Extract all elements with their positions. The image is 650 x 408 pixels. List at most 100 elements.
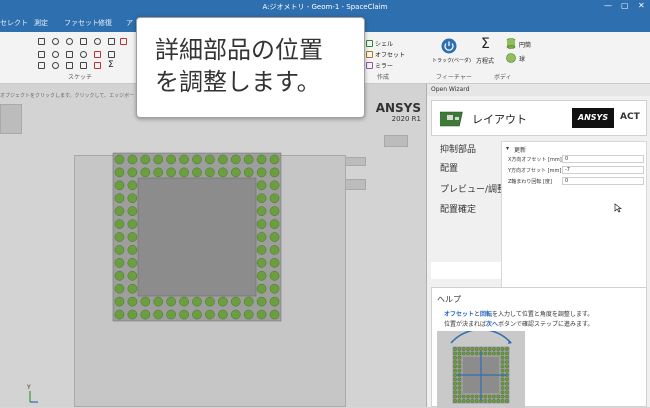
solder-ball xyxy=(205,296,215,307)
sketch-tool-icon[interactable] xyxy=(38,38,45,45)
bga-package[interactable] xyxy=(0,84,426,407)
solder-ball xyxy=(256,270,267,281)
solder-ball xyxy=(457,381,462,386)
project-tool-icon[interactable] xyxy=(94,51,101,58)
solder-ball xyxy=(457,377,462,382)
solder-ball xyxy=(461,394,466,399)
solder-ball xyxy=(505,360,509,364)
solder-ball xyxy=(166,296,176,307)
3d-viewport[interactable]: オブジェクトをクリックします。クリックして、エッジボー ANSYS 2020 R… xyxy=(0,84,426,407)
maximize-button[interactable]: ▢ xyxy=(621,1,629,10)
solder-ball xyxy=(243,309,254,320)
solder-ball xyxy=(179,309,189,320)
section-title: 更新 xyxy=(514,147,527,154)
point-tool-icon[interactable] xyxy=(38,62,45,69)
callout-line-2: を調整します。 xyxy=(155,68,321,96)
act-label: ACT xyxy=(620,112,640,122)
solder-ball xyxy=(127,245,138,255)
step-preview-adjust[interactable]: プレビュー/調整 xyxy=(440,182,506,195)
corner-tool-icon[interactable] xyxy=(108,51,115,58)
solder-ball xyxy=(127,206,138,216)
solder-ball xyxy=(192,296,202,307)
close-button[interactable]: ✕ xyxy=(638,1,645,10)
x-offset-input[interactable]: 0 xyxy=(562,155,644,163)
solder-ball xyxy=(114,232,125,242)
step-suppress-parts[interactable]: 抑制部品 xyxy=(440,142,476,155)
arc-tool-icon[interactable] xyxy=(66,38,73,45)
step-confirm-placement[interactable]: 配置確定 xyxy=(440,202,476,215)
minimize-button[interactable]: — xyxy=(604,1,612,10)
equation-button[interactable]: 方程式 xyxy=(476,56,494,65)
solder-ball xyxy=(500,399,505,403)
track-button[interactable]: トラック(ベーダ) xyxy=(432,57,471,64)
solder-ball xyxy=(505,351,509,356)
tab-select[interactable]: セレクト xyxy=(0,18,28,28)
offset-curve-tool-icon[interactable] xyxy=(80,51,87,58)
solder-ball xyxy=(269,245,280,255)
solder-ball xyxy=(470,351,475,356)
body-group-label: ボディ xyxy=(494,74,512,81)
step-placement[interactable]: 配置 xyxy=(440,161,458,174)
solder-ball xyxy=(269,232,280,242)
split-tool-icon[interactable] xyxy=(94,62,101,69)
axis-triad-icon xyxy=(29,391,38,403)
sigma-small-icon[interactable]: Σ xyxy=(108,60,114,70)
solder-ball xyxy=(256,283,267,294)
solder-ball xyxy=(457,390,462,395)
y-offset-input[interactable]: -7 xyxy=(562,166,644,174)
tangent-arc-tool-icon[interactable] xyxy=(52,51,59,58)
ellipse-tool-icon[interactable] xyxy=(94,38,101,45)
shell-button[interactable]: シェル xyxy=(375,39,393,48)
sweep-arc-tool-icon[interactable] xyxy=(52,62,59,69)
offset-button[interactable]: オフセット xyxy=(375,50,405,59)
solder-ball xyxy=(505,377,509,382)
solder-ball xyxy=(487,347,492,351)
bend-tool-icon[interactable] xyxy=(80,62,87,69)
solder-ball xyxy=(453,360,457,364)
solder-ball xyxy=(505,347,509,351)
solder-ball xyxy=(192,309,202,320)
solder-ball xyxy=(127,219,138,229)
solder-ball xyxy=(466,351,470,356)
mirror-button[interactable]: ミラー xyxy=(375,61,393,70)
solder-ball xyxy=(256,219,267,229)
help-keyword-rotate: 回転 xyxy=(480,311,493,318)
trim-tool-icon[interactable] xyxy=(120,38,127,45)
solder-ball xyxy=(127,309,138,320)
solder-ball xyxy=(457,360,462,364)
help-title: ヘルプ xyxy=(437,295,461,304)
line-tool-icon[interactable] xyxy=(38,51,45,58)
tab-a[interactable]: ア xyxy=(126,18,133,28)
section-collapse-icon[interactable]: ▾ xyxy=(506,145,509,152)
solder-ball xyxy=(500,347,505,351)
tab-repair[interactable]: 修復 xyxy=(98,18,112,28)
solder-ball xyxy=(457,364,462,369)
solder-ball xyxy=(256,296,267,307)
solder-ball xyxy=(461,399,466,403)
help-illustration xyxy=(437,331,525,408)
solder-ball xyxy=(114,283,125,294)
solder-ball xyxy=(457,399,462,403)
solder-ball xyxy=(230,296,241,307)
solder-ball xyxy=(500,368,505,373)
circle-tool-icon[interactable] xyxy=(52,38,59,45)
cylinder-button[interactable]: 円筒 xyxy=(519,40,531,49)
z-rotation-input[interactable]: 0 xyxy=(562,177,644,185)
rectangle-tool-icon[interactable] xyxy=(80,38,87,45)
power-icon[interactable] xyxy=(441,38,457,54)
polygon-tool-icon[interactable] xyxy=(108,38,115,45)
solder-ball xyxy=(269,296,280,307)
solder-ball xyxy=(127,270,138,281)
solder-ball xyxy=(153,167,164,178)
solder-ball xyxy=(474,399,479,403)
solder-ball xyxy=(505,355,509,360)
tab-measure[interactable]: 測定 xyxy=(34,18,48,28)
tab-facet[interactable]: ファセット xyxy=(64,18,99,28)
sphere-button[interactable]: 球 xyxy=(519,54,525,63)
solder-ball xyxy=(269,167,280,178)
spline-tool-icon[interactable] xyxy=(66,51,73,58)
three-point-arc-tool-icon[interactable] xyxy=(66,62,73,69)
solder-ball xyxy=(453,394,457,399)
mirror-icon xyxy=(366,62,373,69)
solder-ball xyxy=(457,355,462,360)
